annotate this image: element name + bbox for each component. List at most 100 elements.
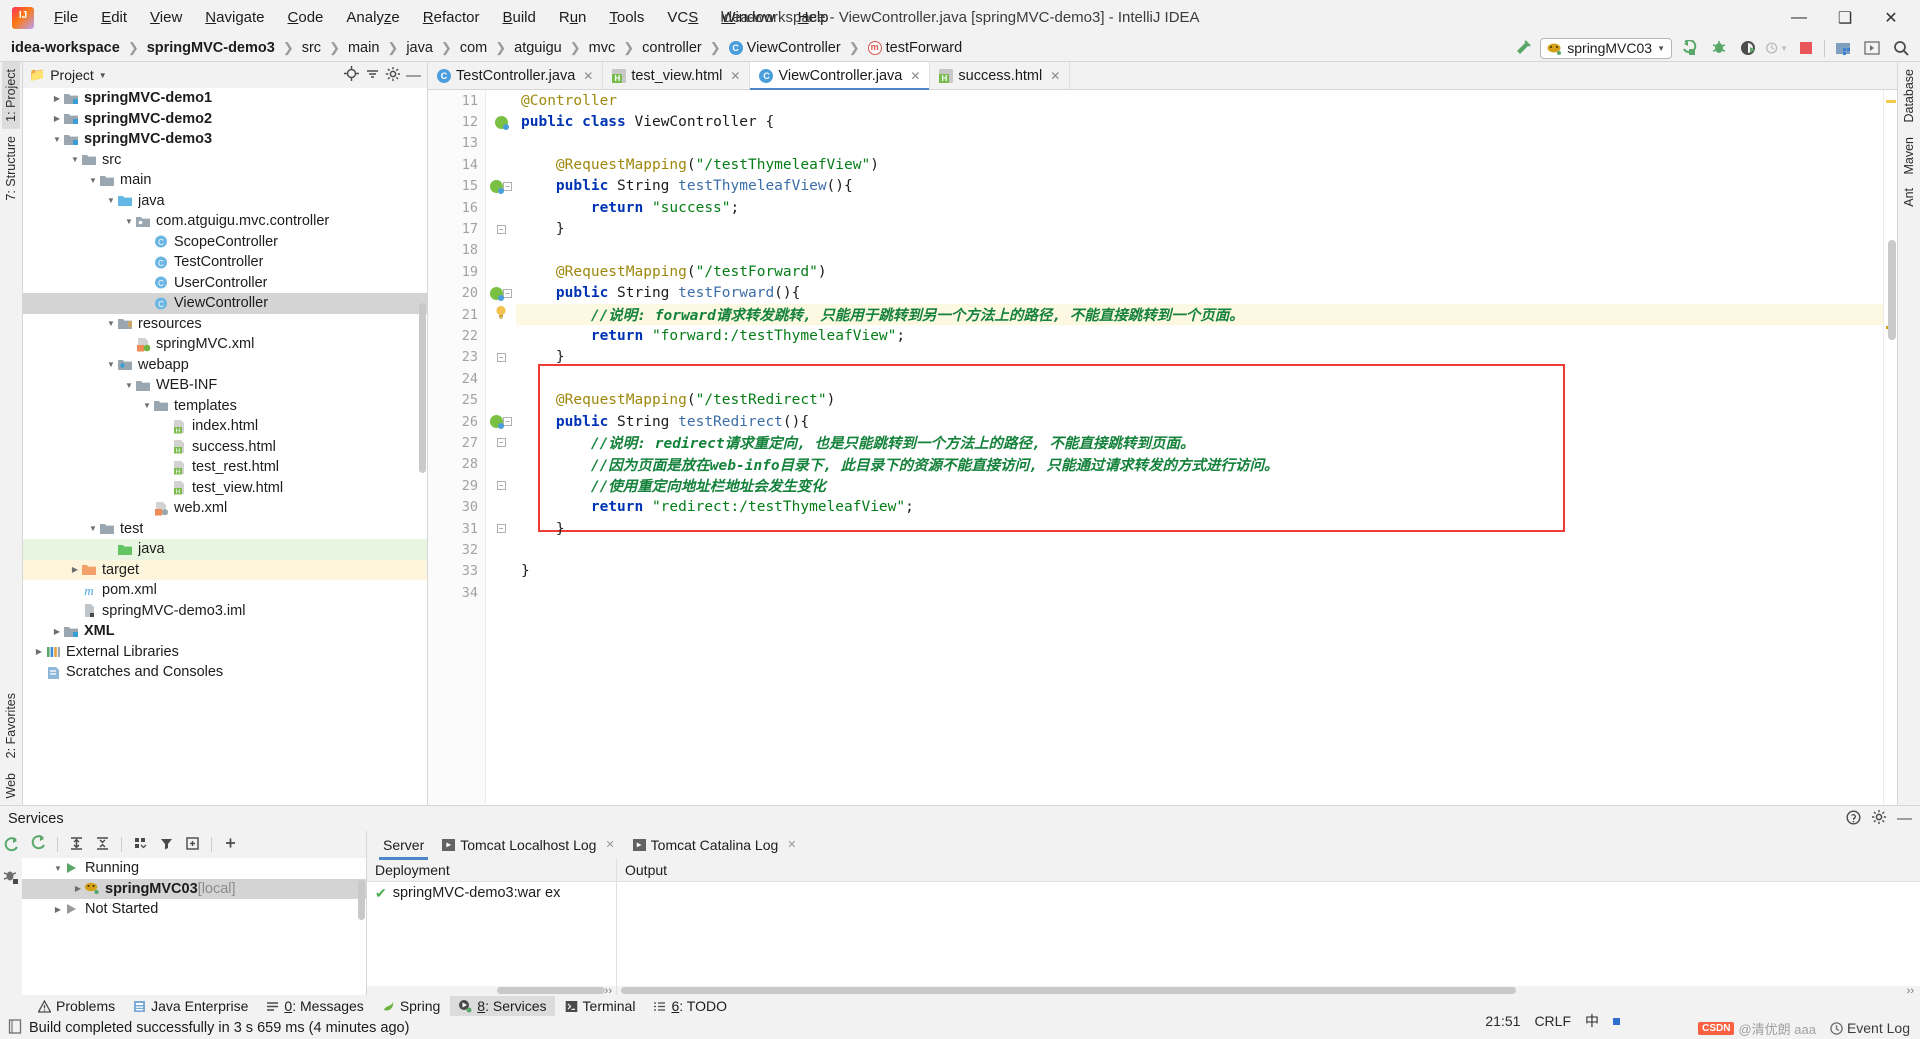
code-line[interactable]: public String testThymeleafView(){ xyxy=(516,176,1883,197)
gutter-marker-row[interactable] xyxy=(486,561,516,582)
gutter-marker-row[interactable]: − xyxy=(486,176,516,197)
chevron-right-icon[interactable]: ▶ xyxy=(72,884,84,893)
breadcrumb-item-com[interactable]: com xyxy=(457,39,490,57)
hammer-icon[interactable] xyxy=(1511,38,1533,58)
tree-item-web-xml[interactable]: ▶ web.xml xyxy=(23,498,427,519)
tree-item-springmvc-xml[interactable]: ▶ springMVC.xml xyxy=(23,334,427,355)
tree-item-src[interactable]: ▼ src xyxy=(23,150,427,171)
intention-bulb-icon[interactable] xyxy=(495,305,507,324)
tree-item-java[interactable]: ▶ java xyxy=(23,539,427,560)
code-fold-end-icon[interactable]: − xyxy=(496,524,506,533)
tree-item-springmvc-demo3-iml[interactable]: ▶ springMVC-demo3.iml xyxy=(23,601,427,622)
hide-icon[interactable]: — xyxy=(1897,810,1912,828)
tree-item-springmvc-demo1[interactable]: ▶ springMVC-demo1 xyxy=(23,88,427,109)
hscroll-thumb[interactable] xyxy=(621,987,1516,994)
close-button[interactable]: ✕ xyxy=(1868,1,1914,34)
code-line[interactable]: public String testForward(){ xyxy=(516,283,1883,304)
chevron-right-icon[interactable]: ▶ xyxy=(51,114,63,123)
code-line[interactable]: return "forward:/testThymeleafView"; xyxy=(516,325,1883,346)
code-line[interactable]: //说明: forward请求转发跳转, 只能用于跳转到另一个方法上的路径, 不… xyxy=(516,303,1883,326)
gutter-marker-row[interactable] xyxy=(486,111,516,132)
tree-item-com-atguigu-mvc-controller[interactable]: ▼ com.atguigu.mvc.controller xyxy=(23,211,427,232)
gutter-marker-row[interactable]: − xyxy=(486,518,516,539)
tree-item-testcontroller[interactable]: ▶ C TestController xyxy=(23,252,427,273)
chevron-down-icon[interactable]: ▼ xyxy=(87,524,99,533)
tree-item-springmvc-demo3[interactable]: ▼ springMVC-demo3 xyxy=(23,129,427,150)
deployment-item[interactable]: ✔ springMVC-demo3:war ex xyxy=(367,882,616,904)
line-separator-indicator[interactable]: CRLF xyxy=(1534,1013,1571,1029)
project-tree[interactable]: ▶ springMVC-demo1 ▶ springMVC-demo2 ▼ springM… xyxy=(23,88,427,805)
code-fold-icon[interactable]: − xyxy=(503,181,512,191)
run-coverage-icon[interactable] xyxy=(1737,38,1759,58)
services-tree[interactable]: ▼ Running ▶ springMVC03 [local] ▶ Not Started xyxy=(22,858,366,995)
spring-bean-icon[interactable] xyxy=(490,415,504,430)
editor-tab-testcontroller-java[interactable]: TestController.java ✕ xyxy=(428,62,604,89)
code-line[interactable]: return "success"; xyxy=(516,197,1883,218)
chevron-right-icon[interactable]: ▶ xyxy=(51,94,63,103)
output-hscroll[interactable]: ›› xyxy=(617,985,1920,997)
hscroll-thumb[interactable] xyxy=(497,987,605,994)
code-fold-end-icon[interactable]: − xyxy=(496,224,506,234)
expand-all-icon[interactable] xyxy=(69,836,84,854)
tree-item-index-html[interactable]: ▶ Hindex.html xyxy=(23,416,427,437)
status-tab-spring[interactable]: Spring xyxy=(374,996,448,1016)
event-log-button[interactable]: Event Log xyxy=(1830,1020,1910,1036)
add-frame-icon[interactable] xyxy=(185,836,200,854)
sidebar-item-ant[interactable]: Ant xyxy=(1900,181,1918,214)
code-editor[interactable]: 11 12 13 14 15 16 17 18 19 20 21 22 23 24 25 26 27 28 29 30… xyxy=(428,90,1897,805)
chevron-down-icon[interactable]: ▼ xyxy=(141,401,153,410)
gutter-marker-row[interactable] xyxy=(486,368,516,389)
breadcrumb-item-viewcontroller[interactable]: ViewController xyxy=(726,39,844,57)
chevron-right-icon[interactable]: ▶ xyxy=(69,565,81,574)
menu-run[interactable]: Run xyxy=(548,5,598,30)
tree-item-xml[interactable]: ▶ XML xyxy=(23,621,427,642)
search-icon[interactable] xyxy=(1890,38,1912,58)
editor-tab-test-view-html[interactable]: test_view.html ✕ xyxy=(603,62,751,89)
code-line[interactable] xyxy=(516,368,1883,389)
editor-scrollbar[interactable] xyxy=(1888,240,1896,340)
tree-item-external-libraries[interactable]: ▶ External Libraries xyxy=(23,642,427,663)
sidebar-item-project[interactable]: 1: Project xyxy=(2,62,20,129)
code-line[interactable] xyxy=(516,582,1883,603)
services-tree-scrollbar[interactable] xyxy=(358,880,365,920)
tree-item-springmvc-demo2[interactable]: ▶ springMVC-demo2 xyxy=(23,109,427,130)
settings-icon[interactable] xyxy=(1872,809,1886,828)
minimize-button[interactable]: — xyxy=(1776,1,1822,34)
gutter-marker-row[interactable] xyxy=(486,154,516,175)
gutter-marker-row[interactable]: − xyxy=(486,283,516,304)
code-fold-icon[interactable]: − xyxy=(503,288,512,298)
project-structure-icon[interactable] xyxy=(1832,38,1854,58)
gutter-marker-row[interactable] xyxy=(486,90,516,111)
close-icon[interactable]: ✕ xyxy=(583,69,593,83)
tree-item-test[interactable]: ▼ test xyxy=(23,519,427,540)
tree-item-scopecontroller[interactable]: ▶ C ScopeController xyxy=(23,232,427,253)
chevron-down-icon[interactable]: ▼ xyxy=(51,135,63,144)
sidebar-item-favorites[interactable]: 2: Favorites xyxy=(2,686,20,765)
spring-bean-icon[interactable] xyxy=(494,115,509,130)
gutter-marker-row[interactable]: − xyxy=(486,411,516,432)
gutter-marker-row[interactable] xyxy=(486,582,516,603)
code-line[interactable]: @RequestMapping("/testRedirect") xyxy=(516,389,1883,410)
gutter-marker-row[interactable]: − xyxy=(486,432,516,453)
breadcrumb-item-main[interactable]: main xyxy=(345,39,382,57)
gutter-marker-row[interactable] xyxy=(486,325,516,346)
service-item-springmvc03[interactable]: ▶ springMVC03 [local] xyxy=(22,878,366,899)
menu-build[interactable]: Build xyxy=(491,5,546,30)
close-icon[interactable]: ✕ xyxy=(730,69,740,83)
gutter-marker-row[interactable] xyxy=(486,539,516,560)
deployment-hscroll[interactable]: ›› xyxy=(367,985,616,997)
menu-window[interactable]: Window xyxy=(710,5,785,30)
service-item-not-started[interactable]: ▶ Not Started xyxy=(22,899,366,920)
tree-item-test-view-html[interactable]: ▶ Htest_view.html xyxy=(23,478,427,499)
stop-icon[interactable] xyxy=(1795,38,1817,58)
code-fold-icon[interactable]: − xyxy=(503,417,512,427)
filter-icon[interactable] xyxy=(159,836,174,854)
code-line[interactable]: @Controller xyxy=(516,90,1883,111)
help-icon[interactable] xyxy=(1846,809,1861,828)
sidebar-item-maven[interactable]: Maven xyxy=(1900,130,1918,182)
code-line[interactable]: //说明: redirect请求重定向, 也是只能跳转到一个方法上的路径, 不能… xyxy=(516,432,1883,453)
maximize-button[interactable]: ❑ xyxy=(1822,1,1868,34)
lang-bar-icon[interactable] xyxy=(1613,1017,1620,1025)
status-tab-0:-messages[interactable]: 0: Messages xyxy=(258,996,371,1016)
settings-icon[interactable] xyxy=(386,66,400,84)
